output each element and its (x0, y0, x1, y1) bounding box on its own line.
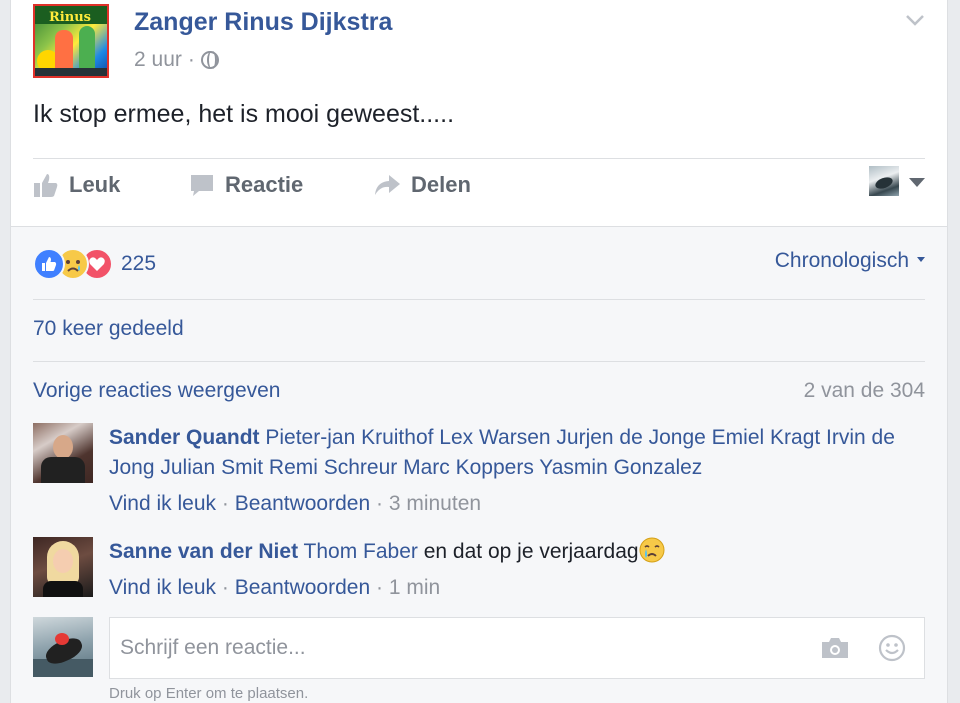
like-button[interactable]: Leuk (33, 172, 120, 198)
reactions-summary[interactable]: 225 (33, 247, 156, 281)
avatar-motorbike (873, 175, 895, 191)
reaction-count: 225 (121, 252, 157, 275)
post-header: Rinus Zanger Rinus Dijkstra 2 uur · (33, 4, 925, 78)
compose-hint: Druk op Enter om te plaatsen. (109, 685, 309, 702)
shares-count-link[interactable]: 70 keer gedeeld (33, 317, 184, 341)
caret-down-icon (917, 256, 925, 262)
avatar-logo-text: Rinus (49, 10, 91, 25)
comment-input[interactable] (120, 618, 804, 678)
divider (33, 361, 925, 362)
avatar-body (41, 457, 85, 483)
commenter-avatar[interactable] (33, 537, 93, 597)
comment-count: 2 van de 304 (803, 379, 925, 402)
post-card: Rinus Zanger Rinus Dijkstra 2 uur · Ik s… (10, 0, 948, 703)
globe-icon (200, 51, 219, 69)
like-reaction-icon (33, 248, 65, 280)
camera-icon[interactable] (820, 636, 850, 660)
avatar-body (43, 581, 83, 597)
avatar-face (53, 549, 73, 573)
divider (33, 158, 925, 159)
crying-emoji-icon (639, 537, 665, 563)
comment-button[interactable]: Reactie (189, 172, 303, 198)
comment-timestamp[interactable]: 3 minuten (389, 492, 481, 515)
share-arrow-icon (375, 175, 400, 195)
comment-reply-link[interactable]: Beantwoorden (235, 576, 370, 599)
like-label: Leuk (69, 172, 121, 197)
comment-text: en dat op je verjaardag (417, 540, 639, 563)
comment-actions: Vind ik leuk · Beantwoorden · 3 minuten (109, 489, 925, 519)
comments-section: 225 Chronologisch 70 keer gedeeld Vorige… (11, 226, 947, 703)
meta-separator: · (187, 48, 195, 71)
divider (33, 299, 925, 300)
comment-tags[interactable]: Thom Faber (304, 540, 418, 563)
comment-reply-link[interactable]: Beantwoorden (235, 492, 370, 515)
comment-item: Sanne van der Niet Thom Faber en dat op … (33, 537, 925, 607)
action-separator: · (221, 576, 229, 599)
current-user-avatar (33, 617, 93, 677)
smiley-icon[interactable] (878, 634, 906, 662)
avatar-strip (35, 68, 107, 76)
sort-label: Chronologisch (774, 249, 909, 272)
share-as-avatar[interactable] (869, 166, 899, 196)
post-text: Ik stop ermee, het is mooi geweest..... (33, 100, 455, 128)
post-meta: 2 uur · (134, 48, 219, 72)
comment-icon (191, 175, 213, 196)
page-name-link[interactable]: Zanger Rinus Dijkstra (134, 8, 392, 37)
post-timestamp[interactable]: 2 uur (134, 48, 182, 72)
thumbs-up-icon (34, 174, 58, 197)
caret-down-icon[interactable] (909, 178, 925, 187)
comment-content: Sanne van der Niet Thom Faber en dat op … (109, 537, 925, 567)
avatar-figure (55, 30, 73, 70)
avatar-rider (55, 633, 69, 645)
comment-timestamp[interactable]: 1 min (389, 576, 440, 599)
avatar-figure (79, 26, 95, 70)
action-separator: · (221, 492, 229, 515)
share-label: Delen (411, 172, 471, 197)
action-separator: · (375, 492, 383, 515)
page-avatar[interactable]: Rinus (33, 4, 109, 78)
comment-like-link[interactable]: Vind ik leuk (109, 576, 216, 599)
comment-body: Sanne van der Niet Thom Faber en dat op … (109, 537, 925, 603)
post-actions-bar: Leuk Reactie Delen (33, 160, 925, 220)
action-separator: · (375, 576, 383, 599)
comment-content: Sander Quandt Pieter-jan Kruithof Lex Wa… (109, 423, 925, 483)
comment-label: Reactie (225, 172, 304, 197)
share-button[interactable]: Delen (373, 172, 471, 198)
comment-sort-dropdown[interactable]: Chronologisch (775, 249, 925, 273)
comment-author[interactable]: Sander Quandt (109, 426, 260, 449)
comment-like-link[interactable]: Vind ik leuk (109, 492, 216, 515)
comment-actions: Vind ik leuk · Beantwoorden · 1 min (109, 573, 925, 603)
avatar-face (53, 435, 73, 459)
comment-compose-box (109, 617, 925, 679)
comment-item: Sander Quandt Pieter-jan Kruithof Lex Wa… (33, 423, 925, 515)
previous-comments-link[interactable]: Vorige reacties weergeven (33, 379, 280, 403)
comment-author[interactable]: Sanne van der Niet (109, 540, 298, 563)
commenter-avatar[interactable] (33, 423, 93, 483)
chevron-down-icon[interactable] (905, 10, 925, 30)
comment-body: Sander Quandt Pieter-jan Kruithof Lex Wa… (109, 423, 925, 519)
